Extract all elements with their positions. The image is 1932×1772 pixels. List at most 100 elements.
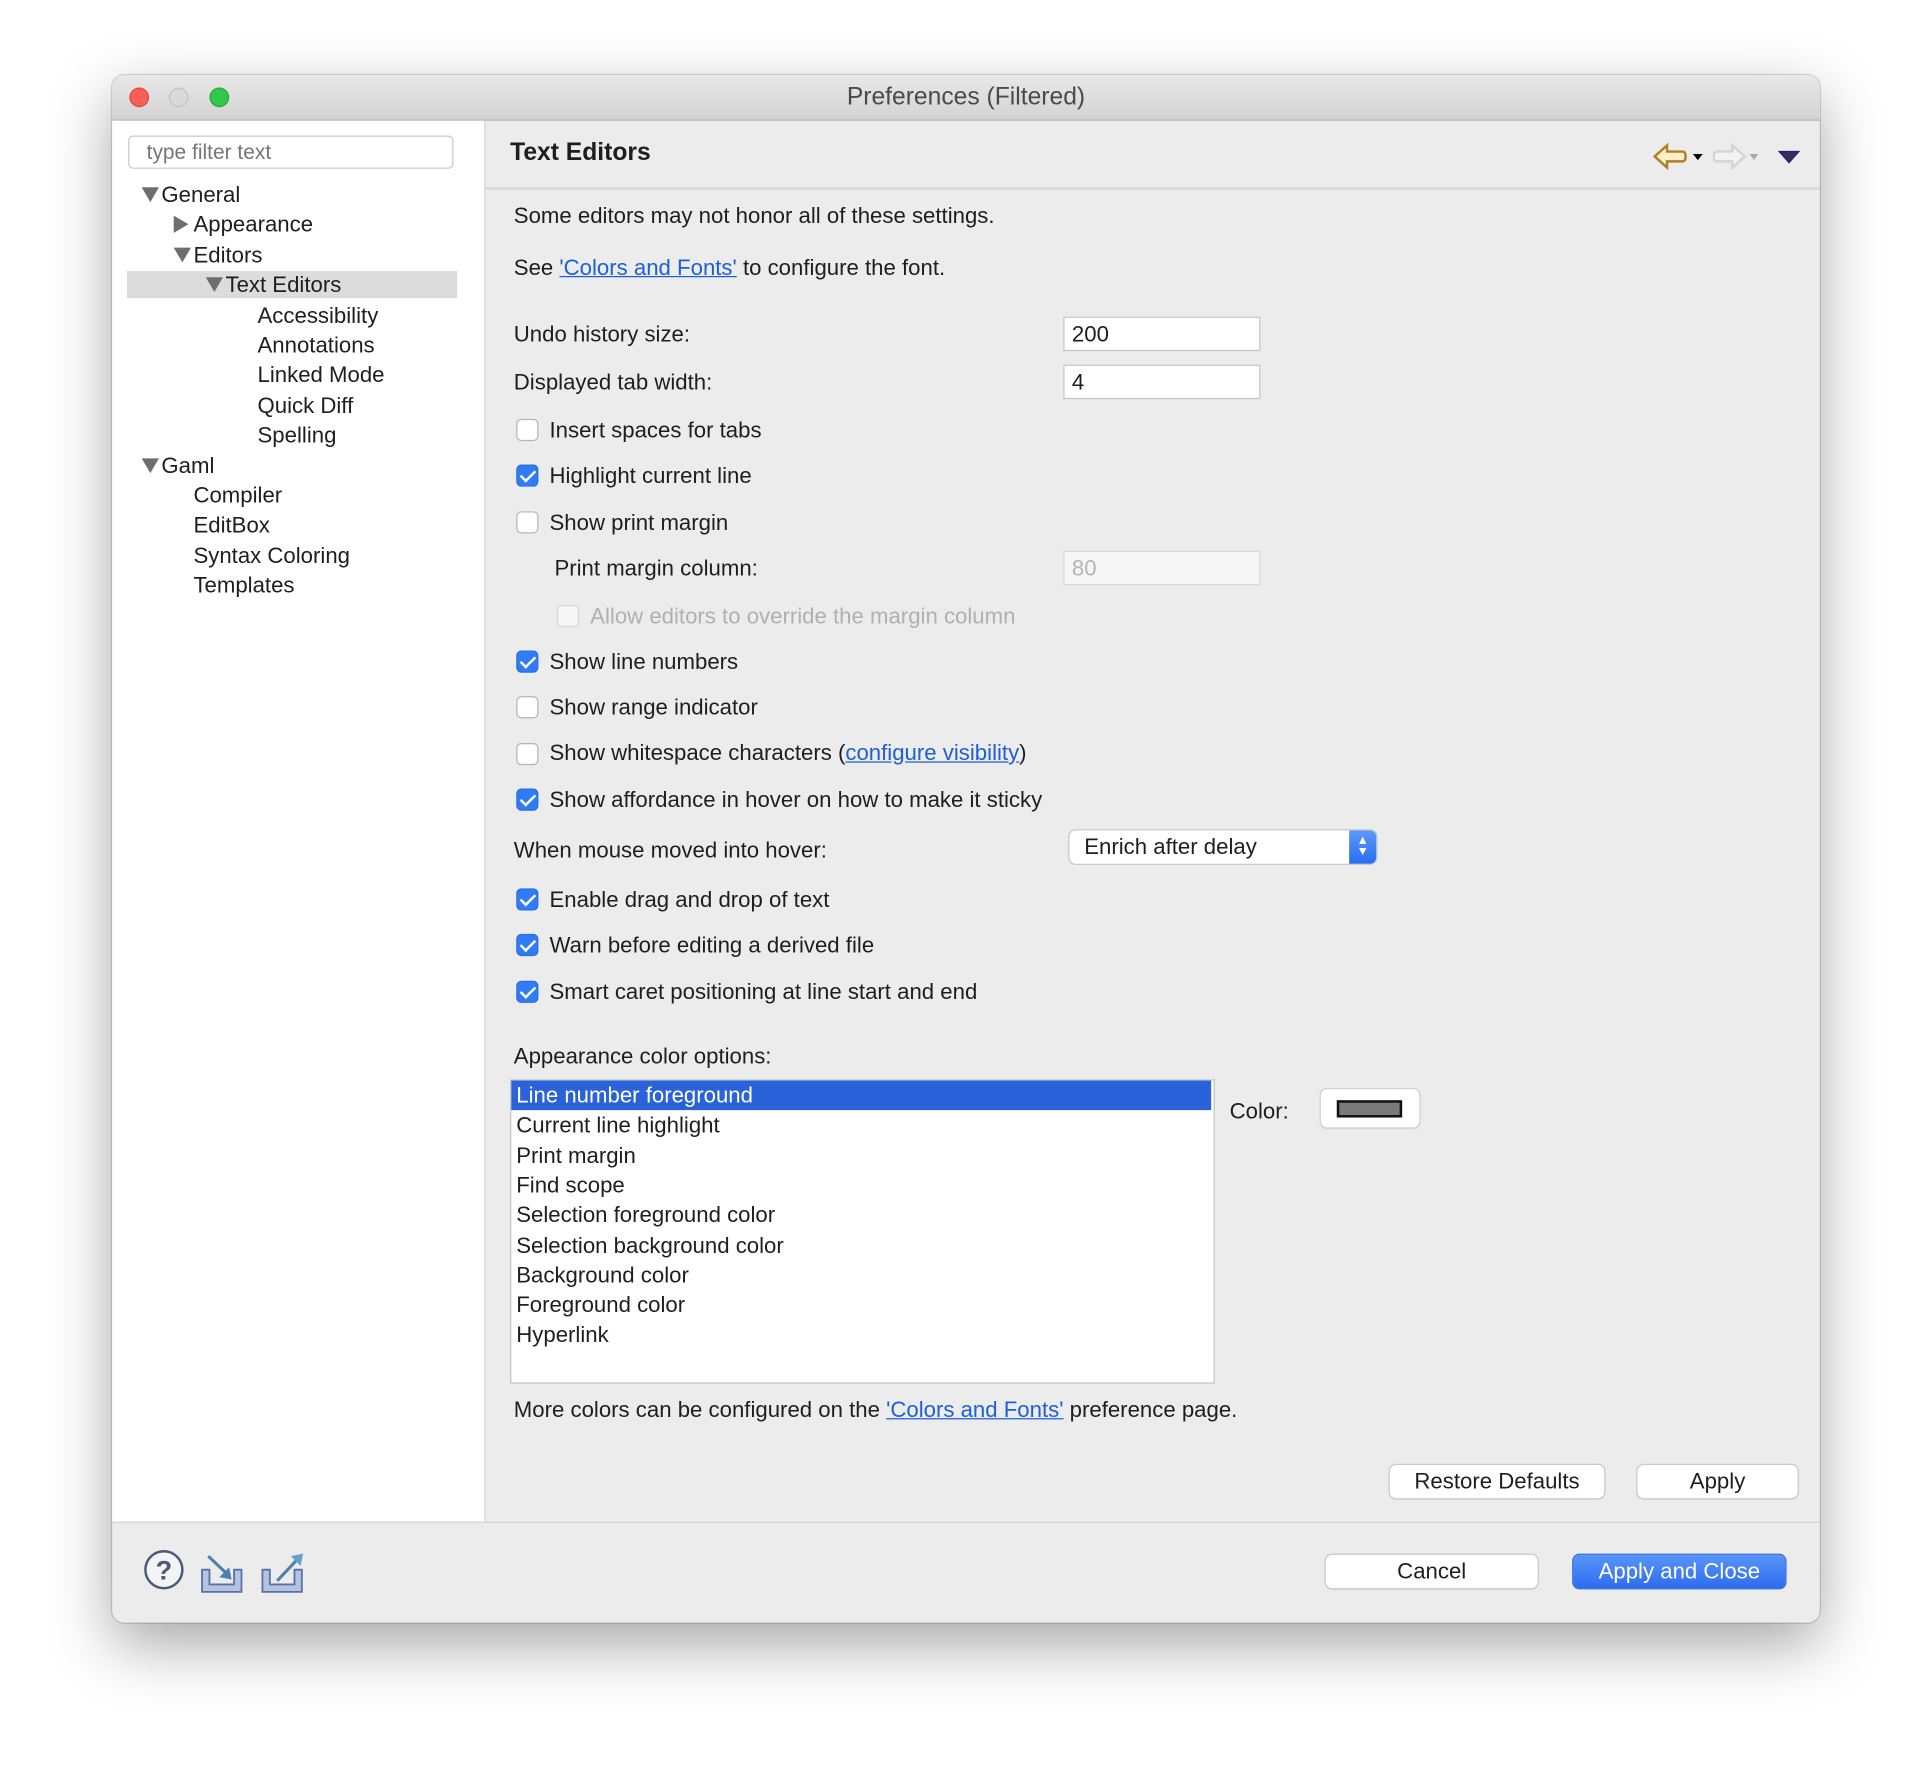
- checkbox[interactable]: [516, 888, 539, 911]
- back-icon[interactable]: [1652, 142, 1711, 176]
- checkbox[interactable]: [516, 980, 539, 1003]
- tree-item[interactable]: Linked Mode: [127, 361, 457, 388]
- tree-item[interactable]: Spelling: [127, 422, 457, 449]
- tree-item-label: EditBox: [193, 513, 270, 538]
- tree-item-label: General: [161, 182, 241, 207]
- tree-item-label: Compiler: [193, 482, 283, 508]
- tree-item[interactable]: General: [127, 181, 457, 208]
- color-options-label: Appearance color options:: [513, 1043, 772, 1069]
- checkbox-label: Smart caret positioning at line start an…: [549, 979, 978, 1005]
- tree-item[interactable]: Appearance: [127, 211, 457, 238]
- color-option-item[interactable]: Background color: [511, 1260, 1211, 1290]
- checkbox-label: Show print margin: [549, 510, 729, 535]
- color-options-list[interactable]: Line number foreground Current line highl…: [510, 1079, 1215, 1384]
- print-margin-input[interactable]: 80: [1063, 550, 1261, 586]
- forward-icon[interactable]: [1712, 142, 1762, 176]
- color-label: Color:: [1229, 1099, 1289, 1124]
- checkbox[interactable]: [516, 696, 539, 719]
- expanded-triangle-icon[interactable]: [141, 457, 159, 473]
- tree-item-label: Accessibility: [257, 302, 379, 328]
- more-colors-text: More colors can be configured on the 'Co…: [514, 1396, 1238, 1423]
- override-margin-checkbox[interactable]: [556, 604, 580, 628]
- svg-text:?: ?: [156, 1555, 173, 1586]
- checkbox[interactable]: [516, 464, 539, 487]
- tree-item[interactable]: Compiler: [127, 482, 457, 509]
- tree-item-label: Text Editors: [225, 272, 342, 298]
- see-prefix: See: [513, 255, 560, 280]
- hover-mode-value: Enrich after delay: [1084, 834, 1257, 859]
- color-option-item[interactable]: Line number foreground: [511, 1080, 1212, 1111]
- whitespace-text: Show whitespace characters: [549, 740, 832, 766]
- tree-item-label: Syntax Coloring: [193, 543, 351, 568]
- export-icon[interactable]: [260, 1551, 309, 1602]
- intro-text: Some editors may not honor all of these …: [513, 203, 995, 228]
- color-option-item[interactable]: Selection background color: [511, 1230, 1211, 1260]
- view-menu-icon[interactable]: [1777, 149, 1801, 171]
- paren-open: (: [831, 740, 846, 766]
- color-option-item[interactable]: Foreground color: [511, 1290, 1211, 1320]
- title-bar: Preferences (Filtered): [112, 75, 1820, 121]
- hover-label: When mouse moved into hover:: [513, 837, 827, 863]
- cancel-button[interactable]: Cancel: [1325, 1554, 1538, 1589]
- tree-item-label: Linked Mode: [257, 362, 385, 388]
- checkbox[interactable]: [516, 511, 539, 534]
- expanded-triangle-icon[interactable]: [141, 187, 159, 203]
- tab-width-label: Displayed tab width:: [513, 369, 713, 395]
- color-option-item[interactable]: Current line highlight: [511, 1110, 1211, 1140]
- filter-input[interactable]: [128, 135, 454, 169]
- help-icon[interactable]: ?: [143, 1549, 187, 1600]
- apply-button[interactable]: Apply: [1637, 1464, 1798, 1499]
- tree-item-label: Quick Diff: [257, 392, 354, 418]
- preference-tree-pane: General Appearance Editors Text Editors Acce…: [112, 120, 486, 1522]
- color-option-item[interactable]: Print margin: [511, 1140, 1211, 1170]
- expanded-triangle-icon[interactable]: [205, 277, 224, 293]
- hover-mode-select[interactable]: Enrich after delay ▲ ▼: [1069, 830, 1377, 864]
- tab-width-input[interactable]: 4: [1063, 364, 1261, 400]
- tree-item[interactable]: Gaml: [127, 452, 457, 479]
- undo-history-input[interactable]: 200: [1063, 316, 1261, 352]
- header-separator: [484, 187, 1820, 190]
- configure-visibility-link[interactable]: configure visibility: [845, 740, 1019, 765]
- footer-separator: [112, 1521, 1820, 1523]
- window-title: Preferences (Filtered): [846, 83, 1086, 111]
- checkbox[interactable]: [516, 418, 539, 442]
- tree-item[interactable]: Templates: [127, 572, 457, 599]
- tree-item-label: Spelling: [257, 422, 337, 448]
- more-colors-link[interactable]: 'Colors and Fonts': [886, 1397, 1063, 1422]
- restore-defaults-button[interactable]: Restore Defaults: [1389, 1464, 1605, 1499]
- checkbox-label: Warn before editing a derived file: [549, 932, 875, 958]
- color-option-item[interactable]: Hyperlink: [511, 1320, 1211, 1350]
- tree-item-label: Gaml: [161, 452, 215, 478]
- tree-item[interactable]: Annotations: [127, 331, 457, 358]
- checkbox-label: Enable drag and drop of text: [549, 887, 830, 912]
- color-option-item[interactable]: Find scope: [511, 1170, 1211, 1200]
- tree-item-label: Templates: [193, 573, 295, 598]
- preferences-window: Preferences (Filtered) General Appearance…: [112, 75, 1820, 1623]
- tree-item[interactable]: Quick Diff: [127, 392, 457, 419]
- checkbox[interactable]: [516, 933, 539, 957]
- expanded-triangle-icon[interactable]: [173, 247, 191, 263]
- tree-item[interactable]: EditBox: [127, 512, 457, 539]
- color-option-item[interactable]: Selection foreground color: [511, 1200, 1211, 1230]
- tree-item[interactable]: Text Editors: [126, 271, 458, 299]
- tree-item[interactable]: Editors: [127, 241, 457, 268]
- override-margin-label: Allow editors to override the margin col…: [590, 603, 1016, 629]
- affordance-label: Show affordance in hover on how to make …: [549, 787, 1043, 812]
- apply-and-close-button[interactable]: Apply and Close: [1573, 1554, 1786, 1589]
- tree-item[interactable]: Syntax Coloring: [127, 542, 457, 569]
- colors-and-fonts-link[interactable]: 'Colors and Fonts': [559, 255, 736, 280]
- tree-item-label: Appearance: [193, 212, 314, 238]
- import-icon[interactable]: [200, 1551, 249, 1602]
- collapsed-triangle-icon[interactable]: [173, 216, 189, 234]
- tree-item-label: Annotations: [257, 332, 375, 358]
- affordance-checkbox[interactable]: [516, 788, 539, 811]
- see-suffix: to configure the font.: [736, 255, 946, 280]
- show-whitespace-checkbox[interactable]: [516, 742, 539, 766]
- undo-history-label: Undo history size:: [513, 321, 691, 347]
- checkbox[interactable]: [516, 650, 539, 673]
- tree-item-label: Editors: [193, 242, 263, 268]
- page-title: Text Editors: [510, 139, 651, 167]
- print-margin-label: Print margin column:: [554, 555, 758, 581]
- tree-item[interactable]: Accessibility: [127, 301, 457, 328]
- color-picker-button[interactable]: [1320, 1089, 1420, 1128]
